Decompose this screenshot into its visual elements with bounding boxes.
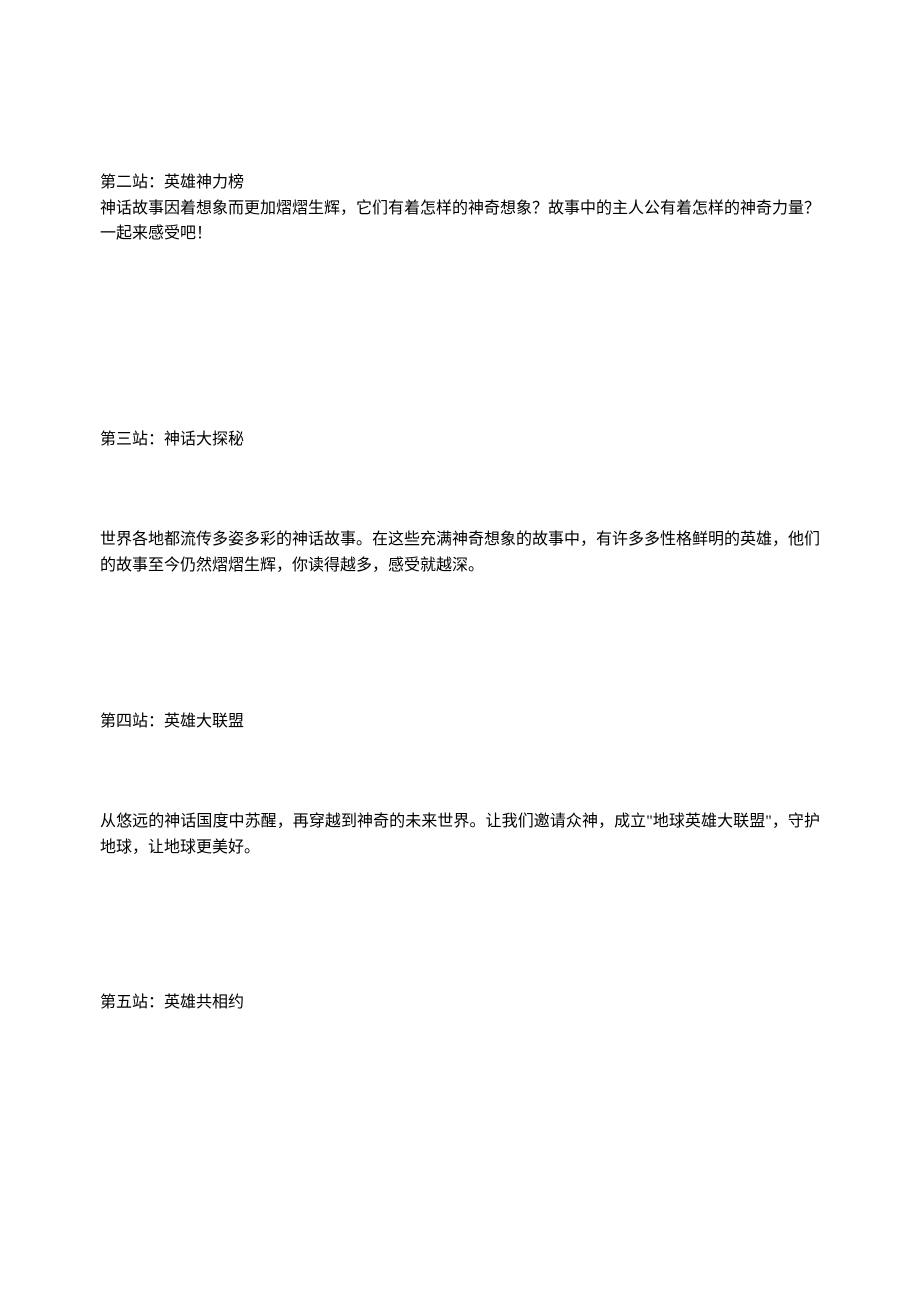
section-title: 第三站：神话大探秘 bbox=[100, 427, 820, 453]
spacer bbox=[100, 247, 820, 427]
section-title: 第四站：英雄大联盟 bbox=[100, 709, 820, 735]
section-title: 第二站：英雄神力榜 bbox=[100, 170, 820, 196]
spacer bbox=[100, 734, 820, 809]
section-title: 第五站：英雄共相约 bbox=[100, 990, 820, 1016]
section-station-2: 第二站：英雄神力榜 神话故事因着想象而更加熠熠生辉，它们有着怎样的神奇想象？故事… bbox=[100, 170, 820, 247]
spacer bbox=[100, 579, 820, 709]
spacer bbox=[100, 860, 820, 990]
section-station-4: 第四站：英雄大联盟 从悠远的神话国度中苏醒，再穿越到神奇的未来世界。让我们邀请众… bbox=[100, 709, 820, 861]
spacer bbox=[100, 452, 820, 527]
section-body: 从悠远的神话国度中苏醒，再穿越到神奇的未来世界。让我们邀请众神，成立"地球英雄大… bbox=[100, 809, 820, 860]
section-body: 世界各地都流传多姿多彩的神话故事。在这些充满神奇想象的故事中，有许多多性格鲜明的… bbox=[100, 527, 820, 578]
section-station-5: 第五站：英雄共相约 bbox=[100, 990, 820, 1016]
section-body: 神话故事因着想象而更加熠熠生辉，它们有着怎样的神奇想象？故事中的主人公有着怎样的… bbox=[100, 196, 820, 247]
section-station-3: 第三站：神话大探秘 世界各地都流传多姿多彩的神话故事。在这些充满神奇想象的故事中… bbox=[100, 427, 820, 579]
